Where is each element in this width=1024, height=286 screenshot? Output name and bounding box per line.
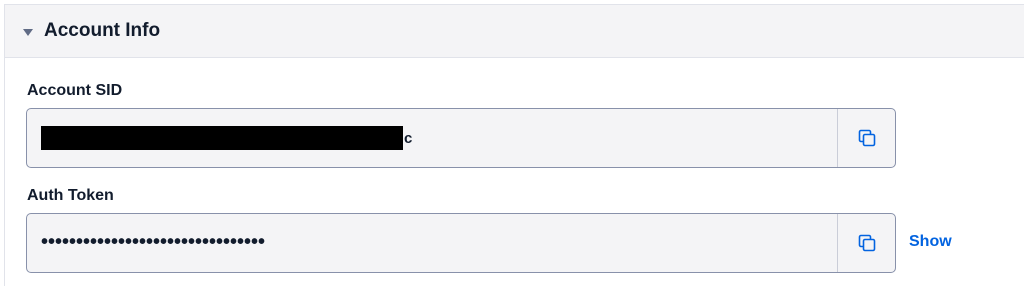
copy-auth-token-button[interactable] — [837, 214, 895, 272]
caret-down-icon[interactable] — [23, 28, 33, 36]
auth-token-field[interactable]: •••••••••••••••••••••••••••••••• — [26, 213, 896, 273]
show-auth-token-link[interactable]: Show — [909, 233, 952, 251]
account-info-panel: Account Info Account SID c Auth Token ••… — [4, 4, 1024, 286]
account-sid-value[interactable]: c — [27, 109, 837, 167]
account-sid-visible-tail: c — [404, 129, 413, 147]
auth-token-masked-text: •••••••••••••••••••••••••••••••• — [41, 231, 266, 253]
copy-icon — [858, 129, 875, 147]
account-sid-field[interactable]: c — [26, 108, 896, 168]
account-sid-label: Account SID — [27, 82, 123, 99]
redaction-block — [41, 126, 403, 150]
panel-title: Account Info — [44, 20, 161, 41]
copy-icon — [858, 234, 875, 252]
account-info-header[interactable]: Account Info — [5, 5, 1024, 58]
auth-token-value[interactable]: •••••••••••••••••••••••••••••••• — [27, 214, 837, 272]
copy-account-sid-button[interactable] — [837, 109, 895, 167]
auth-token-label: Auth Token — [27, 187, 114, 204]
